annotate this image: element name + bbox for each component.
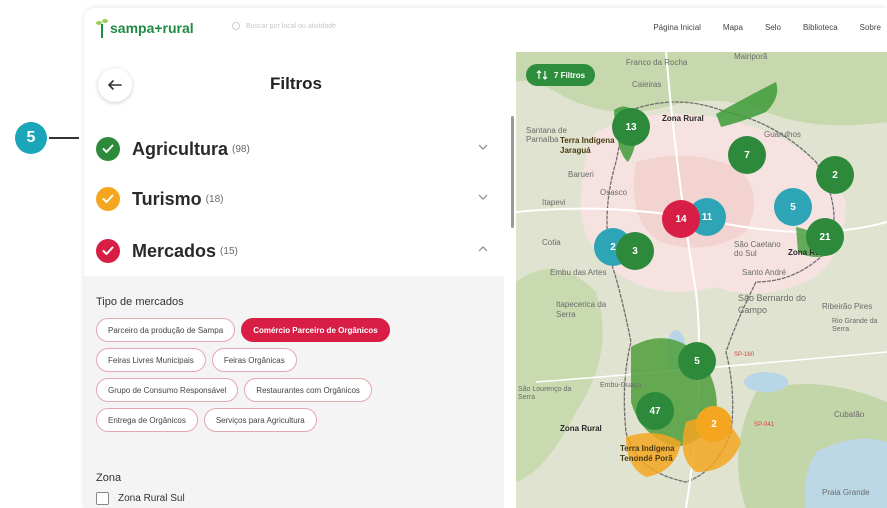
map-view[interactable]: Franco da Rocha Mairiporã Caieiras Santa… [516,52,887,508]
cluster-marker[interactable]: 14 [662,200,700,238]
market-type-chips: Parceiro da produção de Sampa Comércio P… [96,318,492,438]
annotation-leader-line [49,137,79,139]
chevron-up-icon[interactable] [478,246,488,252]
app-window: sampa+rural Buscar por local ou atividad… [84,8,887,508]
category-markets[interactable]: Mercados (15) [96,236,494,266]
arrow-left-icon [108,80,122,90]
chip-servicos-agricultura[interactable]: Serviços para Agricultura [203,408,317,432]
category-count: (15) [220,245,238,257]
cluster-marker[interactable]: 2 [696,406,732,442]
category-label: Mercados [132,240,217,261]
chip-feiras-organicas[interactable]: Feiras Orgânicas [211,348,297,372]
search-icon [232,22,240,30]
search-bar[interactable]: Buscar por local ou atividade [232,22,336,30]
chip-entrega-organicos[interactable]: Entrega de Orgânicos [96,408,198,432]
chevron-down-icon[interactable] [478,144,488,150]
cluster-marker[interactable]: 5 [678,342,716,380]
chip-comercio-organicos[interactable]: Comércio Parceiro de Orgânicos [241,318,390,342]
active-filters-button[interactable]: 7 Filtros [526,64,596,86]
cluster-marker[interactable]: 47 [636,392,674,430]
nav-about-link[interactable]: Sobre [860,23,881,32]
check-icon [96,187,120,211]
zone-checkbox[interactable] [96,492,109,505]
nav-library-link[interactable]: Biblioteca [803,23,838,32]
sort-arrows-icon [536,70,548,80]
nav-map-link[interactable]: Mapa [723,23,743,32]
category-count: (98) [232,143,250,155]
filters-title: Filtros [270,74,322,93]
category-count: (18) [205,193,224,205]
chip-parceiro-producao[interactable]: Parceiro da produção de Sampa [96,318,236,342]
top-header: sampa+rural Buscar por local ou atividad… [84,8,887,52]
annotation-callout: 5 [15,122,79,154]
logo[interactable]: sampa+rural [96,18,194,38]
map-clusters: 13 7 2 5 11 14 21 2 3 5 47 2 [516,52,887,508]
category-label: Turismo [132,188,202,209]
sprout-icon [96,19,108,38]
active-filters-label: 7 Filtros [554,70,586,80]
check-icon [96,137,120,161]
category-agriculture[interactable]: Agricultura (98) [96,134,494,164]
cluster-marker[interactable]: 21 [806,218,844,256]
zone-title: Zona [96,472,122,484]
search-input[interactable]: Buscar por local ou atividade [246,23,336,30]
chip-feiras-livres[interactable]: Feiras Livres Municipais [96,348,206,372]
market-type-title: Tipo de mercados [96,296,184,308]
sidebar-scrollbar[interactable] [511,116,514,228]
logo-text: sampa+rural [110,20,194,36]
zone-label: Zona Rural Sul [118,493,185,504]
nav-seal-link[interactable]: Selo [765,23,781,32]
markets-filter-panel: Tipo de mercados Parceiro da produção de… [84,276,504,508]
annotation-number-badge: 5 [15,122,47,154]
nav-home-link[interactable]: Página Inicial [653,23,701,32]
chip-grupo-consumo[interactable]: Grupo de Consumo Responsável [96,378,239,402]
check-icon [96,239,120,263]
cluster-marker[interactable]: 3 [616,232,654,270]
zone-option[interactable]: Zona Rural Sul [96,492,185,505]
cluster-marker[interactable]: 13 [612,108,650,146]
category-tourism[interactable]: Turismo (18) [96,184,494,214]
filters-sidebar: Filtros Agricultura (98) Turismo (18) Me… [84,52,504,508]
back-button[interactable] [98,68,132,102]
cluster-marker[interactable]: 7 [728,136,766,174]
cluster-marker[interactable]: 2 [816,156,854,194]
category-label: Agricultura [132,138,229,159]
main-nav: Página Inicial Mapa Selo Biblioteca Sobr… [631,23,881,32]
cluster-marker[interactable]: 5 [774,188,812,226]
chevron-down-icon[interactable] [478,194,488,200]
chip-restaurantes[interactable]: Restaurantes com Orgânicos [244,378,372,402]
